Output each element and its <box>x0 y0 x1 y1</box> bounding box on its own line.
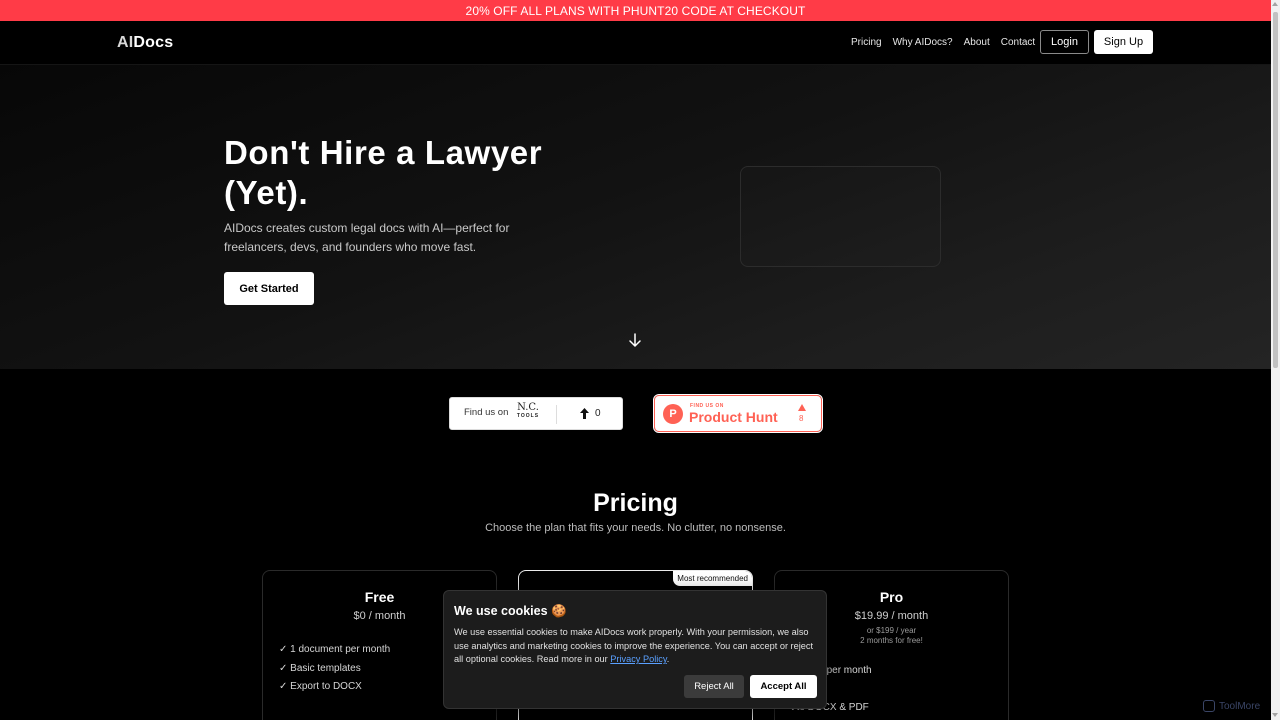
ph-name: Product Hunt <box>689 409 778 425</box>
logo-ai-part: AI <box>117 34 134 51</box>
get-started-button[interactable]: Get Started <box>224 272 314 305</box>
login-button[interactable]: Login <box>1040 30 1089 54</box>
reject-all-button[interactable]: Reject All <box>684 675 744 698</box>
hero-preview-card <box>740 166 941 267</box>
hero-title: Don't Hire a Lawyer (Yet). <box>224 133 644 213</box>
cookie-consent-banner: We use cookies 🍪 We use essential cookie… <box>443 590 827 709</box>
nc-tools-logo: N.C. TOOLS <box>513 403 543 421</box>
pricing-title: Pricing <box>593 489 678 517</box>
nav-link-about[interactable]: About <box>964 37 990 48</box>
arrow-down-icon[interactable] <box>627 332 643 348</box>
hero-title-line1: Don't Hire a Lawyer <box>224 134 543 171</box>
logo-docs-part: Docs <box>133 34 174 51</box>
product-hunt-icon: P <box>663 404 683 424</box>
badge-divider <box>556 405 557 424</box>
nav-link-contact[interactable]: Contact <box>1001 37 1035 48</box>
cookie-body: We use essential cookies to make AIDocs … <box>454 626 820 667</box>
promo-banner[interactable]: 20% OFF ALL PLANS WITH PHUNT20 CODE AT C… <box>0 0 1271 21</box>
nav-link-pricing[interactable]: Pricing <box>851 37 882 48</box>
plan-features: ✓ 1 document per month ✓ Basic templates… <box>279 641 390 697</box>
plan-feature: ✓ Export to DOCX <box>279 681 362 692</box>
watermark-icon <box>1203 700 1215 712</box>
pricing-subtitle: Choose the plan that fits your needs. No… <box>485 522 786 534</box>
cookie-body-end: . <box>666 654 670 665</box>
watermark: ToolMore <box>1203 700 1260 712</box>
nc-find-text: Find us on <box>464 407 509 418</box>
hero-section: Don't Hire a Lawyer (Yet). AIDocs create… <box>0 65 1271 369</box>
ph-upvote-triangle-icon <box>798 404 806 411</box>
plan-feature: ✓ 1 document per month <box>279 644 391 655</box>
scroll-down-arrow-icon[interactable] <box>1272 713 1278 717</box>
promo-text: 20% OFF ALL PLANS WITH PHUNT20 CODE AT C… <box>465 3 806 18</box>
privacy-policy-link[interactable]: Privacy Policy <box>610 654 667 664</box>
nc-logo-big: N.C. <box>517 402 539 413</box>
nav-link-why-aidocs[interactable]: Why AIDocs? <box>893 37 953 48</box>
product-hunt-badge[interactable]: P FIND US ON Product Hunt 8 <box>653 394 823 433</box>
most-recommended-badge: Most recommended <box>673 571 752 586</box>
nc-tools-badge[interactable]: Find us on N.C. TOOLS 0 <box>449 397 623 430</box>
nav-links: Pricing Why AIDocs? About Contact <box>851 37 1035 48</box>
watermark-text: ToolMore <box>1219 700 1261 712</box>
nc-logo-small: TOOLS <box>516 413 540 419</box>
upvote-arrow-icon <box>580 408 589 419</box>
accept-all-button[interactable]: Accept All <box>750 675 817 698</box>
hero-subtitle: AIDocs creates custom legal docs with AI… <box>224 221 510 254</box>
cookie-title: We use cookies 🍪 <box>454 604 567 618</box>
scroll-up-arrow-icon[interactable] <box>1272 2 1278 6</box>
scrollbar-thumb[interactable] <box>1273 12 1278 368</box>
top-navbar: AIDocs Pricing Why AIDocs? About Contact… <box>0 21 1271 65</box>
hero-title-line2: (Yet). <box>224 174 309 211</box>
plan-feature: ✓ Basic templates <box>279 662 361 674</box>
logo[interactable]: AIDocs <box>117 34 173 52</box>
ph-upvote-count: 8 <box>799 414 804 423</box>
signup-button[interactable]: Sign Up <box>1094 30 1153 54</box>
nc-upvote-count: 0 <box>595 408 601 419</box>
